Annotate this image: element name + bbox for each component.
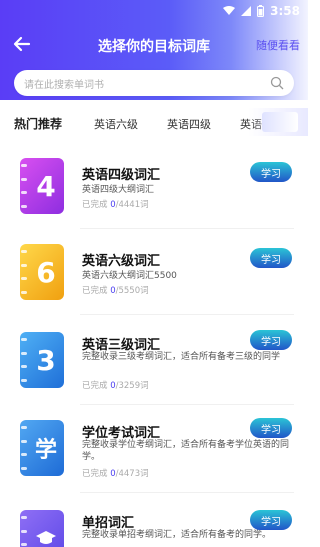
study-button[interactable]: 学习 [250,330,292,350]
book-cover-icon: 学 [20,420,64,476]
book-progress: 已完成 0/4473词 [82,469,149,479]
tab-cet6[interactable]: 英语六级 [94,116,138,132]
book-cover-icon [20,510,64,547]
divider [80,314,294,315]
graduation-cap-icon [30,518,62,547]
divider [80,404,294,405]
study-button[interactable]: 学习 [250,162,292,182]
status-bar: 3:58 [0,0,308,24]
divider [80,492,294,493]
book-title: 英语六级词汇 [82,254,161,269]
book-description: 英语六级大纲词汇5500 [82,271,177,281]
nav-bar: 选择你的目标词库 随便看看 [0,28,308,62]
signal-icon [241,6,251,16]
battery-icon [257,5,264,17]
status-time: 3:58 [270,4,300,18]
book-progress: 已完成 0/4441词 [82,200,149,210]
tabs-fade [248,108,308,136]
book-cover-icon: 4 [20,158,64,214]
tab-hot[interactable]: 热门推荐 [14,115,62,132]
divider [80,228,294,229]
book-description: 完整收录三级考纲词汇，适合所有备考三级的同学 [82,352,281,362]
study-button[interactable]: 学习 [250,418,292,438]
tab-cet4[interactable]: 英语四级 [167,116,211,132]
header-background: 3:58 选择你的目标词库 随便看看 请在此搜索单词书 [0,0,308,100]
book-title: 英语四级词汇 [82,168,161,183]
book-progress: 已完成 0/5550词 [82,286,149,296]
book-cover-icon: 3 [20,332,64,388]
tabs-more-indicator[interactable] [262,112,298,132]
book-description: 完整收录单招考纲词汇，适合所有备考的同学。 [82,530,272,540]
search-icon[interactable] [270,76,284,90]
book-cover-glyph: 3 [36,343,56,377]
book-description: 英语四级大纲词汇 [82,185,155,195]
study-button[interactable]: 学习 [250,248,292,268]
category-tabs: 热门推荐 英语六级 英语四级 英语三 [0,108,308,136]
status-icons [223,5,264,17]
browse-link[interactable]: 随便看看 [256,37,300,53]
book-cover-glyph: 4 [36,169,56,203]
book-cover-icon: 6 [20,244,64,300]
search-input[interactable]: 请在此搜索单词书 [14,70,294,96]
book-description: 完整收录学位考纲词汇，适合所有备考学位英语的同学。 [82,440,290,462]
book-cover-glyph: 学 [34,438,57,463]
search-placeholder: 请在此搜索单词书 [24,79,104,91]
wifi-icon [223,6,235,15]
study-button[interactable]: 学习 [250,510,292,530]
book-cover-glyph: 6 [36,255,56,289]
book-progress: 已完成 0/3259词 [82,381,149,391]
